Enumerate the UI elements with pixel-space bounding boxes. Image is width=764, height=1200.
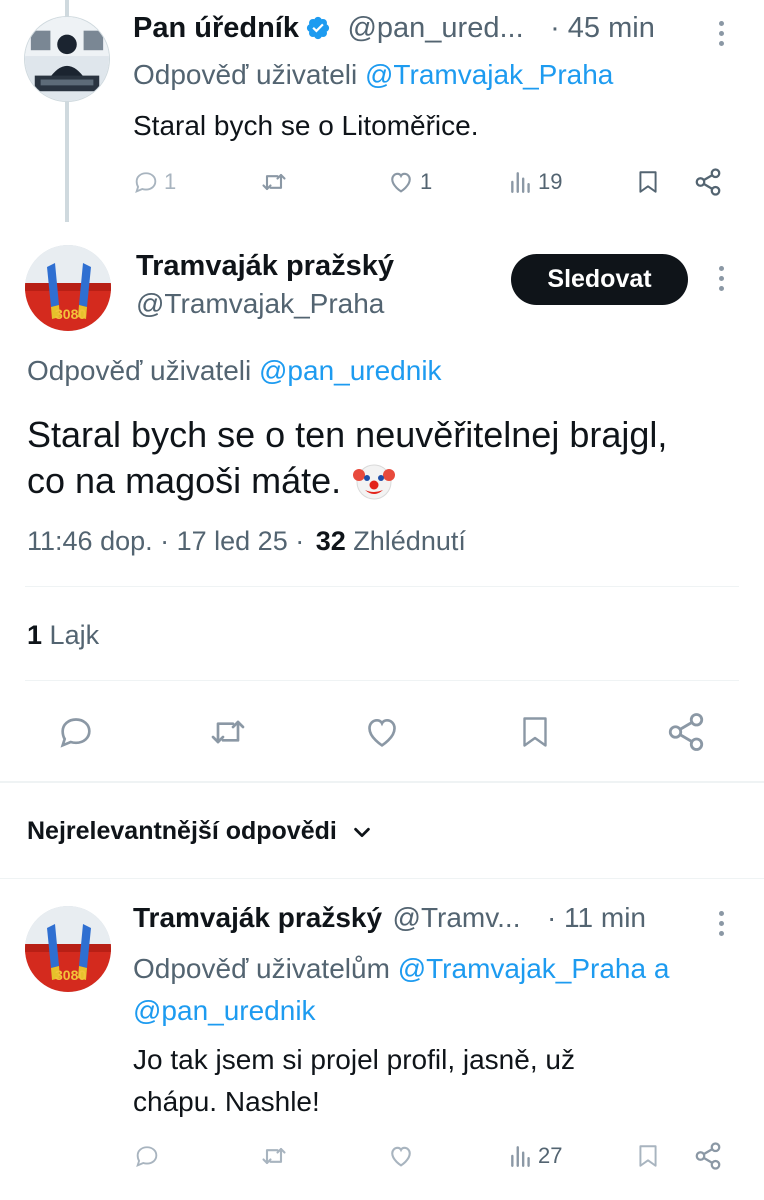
reply-prefix: Odpověď uživateli [27, 355, 252, 386]
divider [25, 680, 739, 681]
like-count: 1 [420, 169, 433, 194]
share-icon [668, 713, 704, 751]
reply-icon [136, 1146, 158, 1167]
views-icon [511, 172, 530, 193]
reply-context: Odpověď uživatelům @Tramvajak_Praha a @p… [133, 948, 753, 1032]
author-name[interactable]: Pan úředník [133, 12, 299, 44]
retweet-icon [262, 173, 286, 191]
likes-summary[interactable]: 1 Lajk [27, 620, 99, 651]
views-count: 32 [315, 526, 346, 556]
reply-prefix: Odpověď uživateli [133, 59, 358, 90]
like-button[interactable] [386, 1142, 416, 1170]
divider [25, 586, 739, 587]
author-handle[interactable]: @pan_ured... [347, 12, 523, 44]
sort-label: Nejrelevantnější odpovědi [27, 817, 337, 845]
reply-button[interactable]: 1 [132, 168, 176, 196]
svg-text:3080: 3080 [55, 306, 86, 322]
like-icon [391, 1146, 411, 1167]
views-icon [511, 1146, 530, 1167]
retweet-button[interactable] [258, 1142, 290, 1170]
reply-icon [135, 172, 157, 193]
sort-dropdown[interactable]: Nejrelevantnější odpovědi [27, 817, 373, 846]
views-button[interactable]: 19 [508, 168, 562, 196]
share-button[interactable] [693, 1141, 723, 1171]
tweet-text-line2: chápu. Nashle! [133, 1086, 320, 1117]
reply-to-link[interactable]: @Tramvajak_Praha [365, 59, 613, 90]
share-button[interactable] [665, 711, 707, 753]
reply-to-link[interactable]: @pan_urednik [133, 995, 316, 1026]
author-handle[interactable]: @Tramvajak_Praha [136, 288, 384, 320]
svg-text:3080: 3080 [55, 967, 86, 983]
chevron-down-icon [354, 827, 370, 837]
tweet-text-line2: co na magoši máte. [27, 460, 342, 501]
bookmark-button[interactable] [635, 1141, 661, 1171]
likes-label: Lajk [49, 620, 100, 650]
views-label: Zhlédnutí [353, 526, 466, 556]
share-icon [695, 168, 721, 196]
reply-header: Tramvaják pražský @Tramv... · 11 min [133, 902, 646, 942]
tweet-time[interactable]: · 11 min [547, 902, 646, 933]
tweet-text: Staral bych se o Litoměřice. [133, 110, 479, 141]
tweet-timestamp[interactable]: 11:46 dop. · 17 led 25 · [27, 526, 304, 556]
views-button[interactable]: 27 [508, 1142, 562, 1170]
more-icon[interactable] [718, 21, 726, 49]
more-icon[interactable] [718, 911, 726, 939]
divider [0, 878, 764, 879]
reply-icon [60, 718, 91, 748]
tweet-text: Jo tak jsem si projel profil, jasně, už … [133, 1039, 575, 1123]
tweet-text: Staral bych se o ten neuvěřitelnej brajg… [27, 412, 667, 504]
tweet-text-line1: Staral bych se o ten neuvěřitelnej brajg… [27, 414, 668, 455]
retweet-icon [211, 720, 245, 744]
author-name[interactable]: Tramvaják pražský [133, 902, 382, 933]
author-name[interactable]: Tramvaják pražský [136, 250, 394, 283]
avatar-tramvajak[interactable]: 3080 [25, 245, 111, 331]
avatar-pan-urednik[interactable] [24, 16, 110, 102]
reply-to-link[interactable]: @Tramvajak_Praha [398, 953, 646, 984]
avatar-tramvajak[interactable]: 3080 [25, 906, 111, 992]
follow-button[interactable]: Sledovat [511, 254, 688, 305]
reply-context: Odpověď uživateli @Tramvajak_Praha [133, 59, 613, 91]
reply-prefix: Odpověď uživatelům [133, 953, 390, 984]
reply-conjunction: a [653, 953, 670, 984]
retweet-button[interactable] [206, 712, 250, 752]
reply-to-link[interactable]: @pan_urednik [259, 355, 442, 386]
bookmark-icon [523, 717, 547, 747]
more-icon[interactable] [718, 266, 726, 294]
author-handle[interactable]: @Tramv... [393, 902, 521, 933]
likes-count: 1 [27, 620, 43, 650]
verified-icon [305, 15, 331, 46]
bookmark-icon [639, 1145, 657, 1167]
like-button[interactable] [361, 712, 403, 752]
like-button[interactable]: 1 [386, 168, 432, 196]
tweet-text-line1: Jo tak jsem si projel profil, jasně, už [133, 1044, 575, 1075]
like-icon [368, 718, 396, 747]
reply-button[interactable] [56, 712, 96, 752]
bookmark-button[interactable] [635, 167, 661, 197]
like-icon [391, 172, 411, 193]
tweet-time[interactable]: · 45 min [550, 12, 655, 44]
tweet1-header: Pan úředník @pan_ured... · 45 min [133, 12, 655, 52]
views-count: 27 [538, 1143, 563, 1168]
tweet-meta: 11:46 dop. · 17 led 25 · 32 Zhlédnutí [27, 526, 466, 557]
reply-context: Odpověď uživateli @pan_urednik [27, 355, 442, 387]
clown-emoji [353, 460, 396, 502]
retweet-button[interactable] [258, 168, 290, 196]
reply-count: 1 [164, 169, 177, 194]
share-icon [695, 1142, 721, 1170]
bookmark-button[interactable] [517, 711, 553, 753]
bookmark-icon [639, 171, 657, 193]
section-divider [0, 781, 764, 783]
views-count: 19 [538, 169, 563, 194]
reply-button[interactable] [132, 1142, 162, 1170]
share-button[interactable] [693, 167, 723, 197]
retweet-icon [262, 1147, 286, 1165]
